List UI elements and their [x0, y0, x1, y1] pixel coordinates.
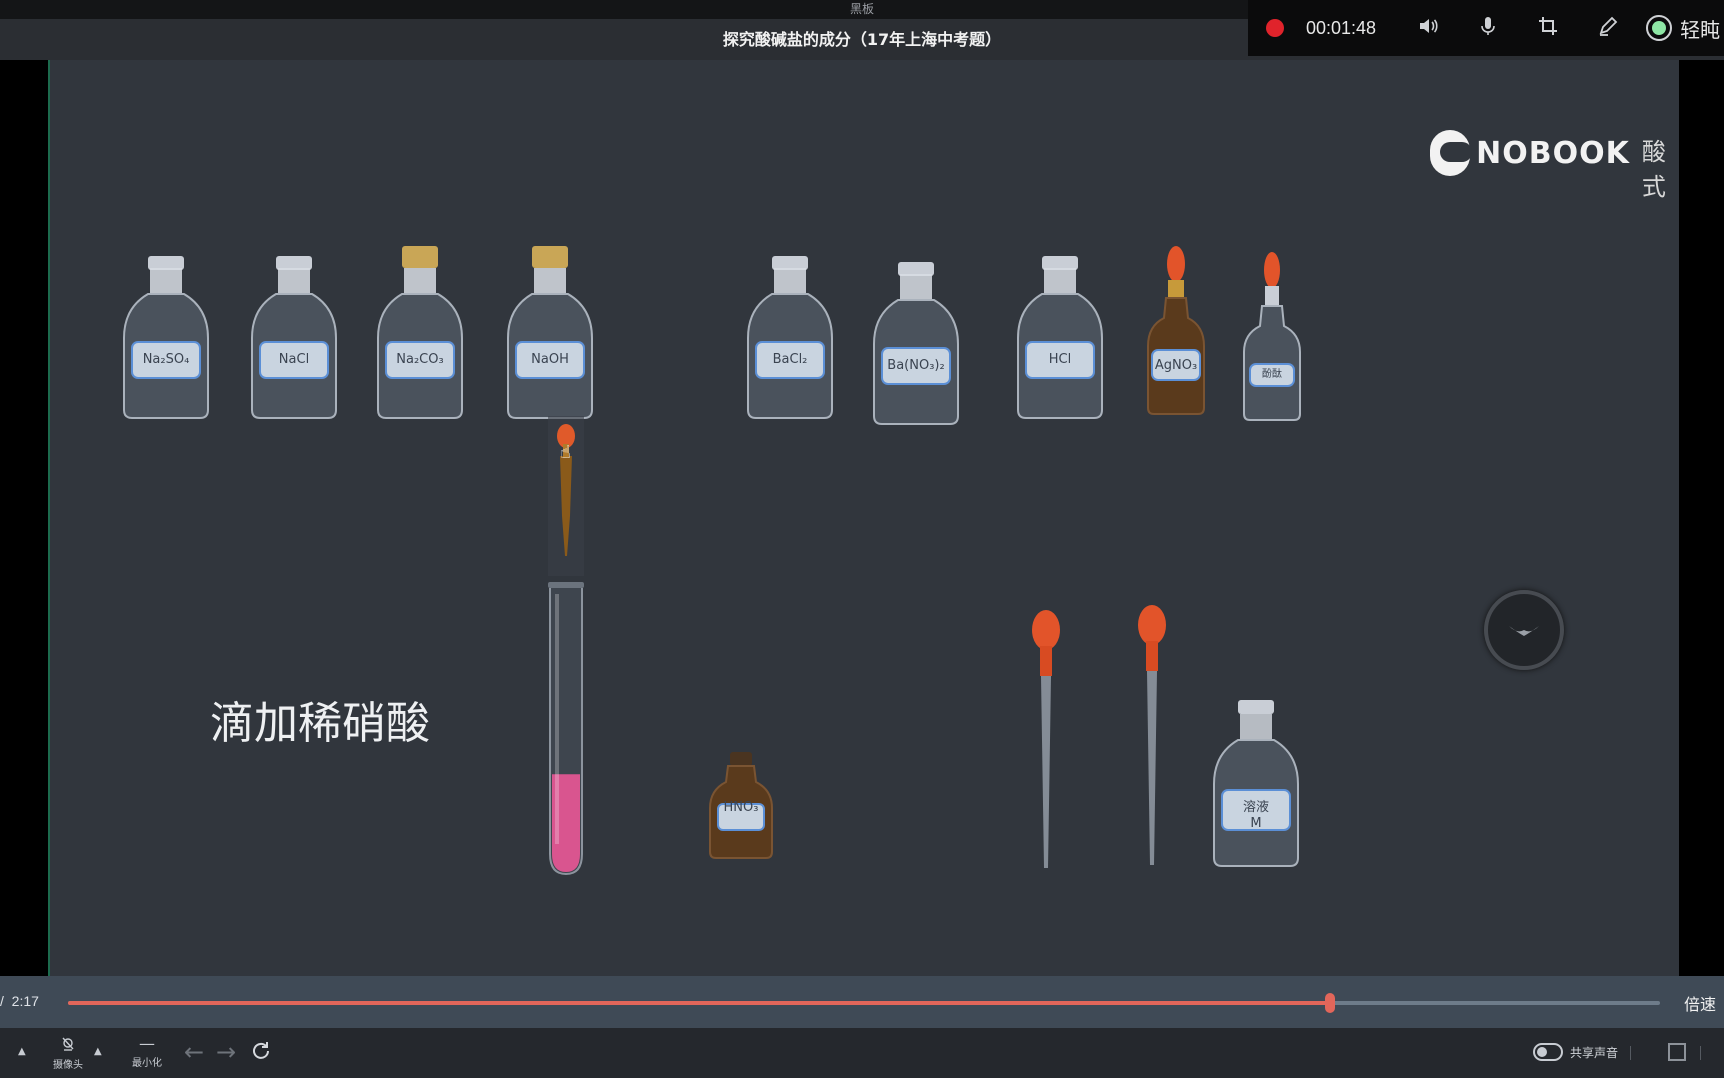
elapsed-time: /: [0, 993, 4, 1009]
reagent-bottle[interactable]: Ba(NO₃)₂: [870, 248, 962, 432]
nobook-logo: NOBOOK 酸式: [1430, 104, 1679, 202]
camera-label: 摄像头: [53, 1060, 83, 1071]
recording-indicator-icon[interactable]: [1266, 19, 1284, 37]
logo-text: NOBOOK: [1476, 135, 1630, 171]
reagent-bottle[interactable]: NaCl: [248, 242, 340, 426]
floating-menu-button[interactable]: [1484, 590, 1564, 670]
solution-m-bottle[interactable]: [1210, 700, 1302, 870]
bird-icon: [1509, 626, 1539, 636]
reagent-label: HCl: [1048, 352, 1072, 367]
recorder-extra-text: 轻盹: [1680, 17, 1721, 42]
forward-arrow-icon[interactable]: →: [216, 1038, 236, 1066]
speaker-icon[interactable]: [1416, 15, 1440, 42]
reagent-bottle[interactable]: Na₂SO₄: [120, 242, 212, 426]
duration-time: 2:17: [11, 993, 39, 1009]
bottle-graphic: [873, 262, 959, 425]
reagent-label: 酚酞: [1262, 369, 1282, 380]
progress-track[interactable]: [68, 993, 1660, 1013]
caret-up-icon[interactable]: ▲: [94, 1046, 102, 1057]
recording-time: 00:01:48: [1306, 17, 1377, 38]
reagent-bottle[interactable]: BaCl₂: [744, 242, 836, 426]
microphone-icon[interactable]: [1476, 15, 1500, 42]
reagent-label: BaCl₂: [772, 352, 808, 367]
caret-up-icon[interactable]: ▲: [18, 1046, 26, 1057]
simulation-stage: NOBOOK 酸式 Na₂SO₄ NaCl Na₂CO₃ NaOH BaCl₂ Ba(NO…: [48, 60, 1679, 976]
time-readout: / 2:17: [0, 993, 39, 1009]
hand-pointer-icon: ☝: [560, 442, 571, 463]
reagent-bottle[interactable]: NaOH: [504, 242, 596, 426]
bottle-graphic: [251, 256, 337, 419]
share-audio-toggle[interactable]: [1533, 1043, 1563, 1061]
back-arrow-icon[interactable]: ←: [184, 1038, 204, 1066]
reagent-label: AgNO₃: [1154, 358, 1198, 373]
screen: 黑板 探究酸碱盐的成分（17年上海中考题） 00:01:48 轻盹 NOBOOK…: [0, 0, 1724, 1078]
logo-subtext: 酸式: [1641, 138, 1666, 201]
dropper-1-icon[interactable]: [1026, 608, 1066, 888]
pen-icon[interactable]: [1596, 15, 1620, 42]
bottle-graphic: [1243, 252, 1301, 421]
share-audio-label: 共享声音: [1570, 1046, 1619, 1060]
toolbar-divider: [1700, 1046, 1701, 1060]
minimize-button[interactable]: — 最小化: [127, 1034, 167, 1069]
step-caption: 滴加稀硝酸: [210, 698, 430, 749]
reagent-label: NaCl: [278, 352, 310, 367]
speed-button[interactable]: 倍速: [1684, 991, 1716, 1015]
nobook-logo-icon: [1430, 130, 1473, 176]
refresh-icon[interactable]: [250, 1040, 272, 1068]
hno3-label: HNO₃: [723, 800, 759, 815]
recording-toolbar: 00:01:48 轻盹: [1248, 0, 1724, 56]
left-black-strip: [0, 60, 48, 976]
window-top-title: 黑板: [849, 2, 874, 16]
document-title: 探究酸碱盐的成分（17年上海中考题）: [722, 30, 1002, 49]
bottle-graphic: [1147, 246, 1205, 415]
reagent-label: NaOH: [531, 352, 569, 367]
toolbar-divider: [1630, 1046, 1631, 1060]
dropper-in-tube-icon[interactable]: [546, 416, 586, 576]
reagent-label: Na₂CO₃: [396, 352, 444, 367]
bottle-graphic: [377, 246, 463, 419]
reagent-bottle[interactable]: Na₂CO₃: [374, 242, 466, 426]
reagent-bottle[interactable]: 酚酞: [1240, 248, 1304, 432]
camera-button[interactable]: 摄像头: [48, 1036, 88, 1071]
progress-handle[interactable]: [1325, 993, 1336, 1013]
reagent-label: Na₂SO₄: [142, 352, 190, 367]
window-icon[interactable]: [1668, 1043, 1686, 1061]
reagent-bottle[interactable]: HCl: [1014, 242, 1106, 426]
test-tube[interactable]: [544, 582, 588, 882]
solution-m-label-line2: M: [1250, 816, 1262, 831]
dropper-2-icon[interactable]: [1132, 603, 1172, 883]
camera-off-icon: [48, 1036, 88, 1056]
bottom-toolbar: ▲ 摄像头 ▲ — 最小化 ← → 共享声音: [0, 1028, 1724, 1078]
minimize-label: 最小化: [132, 1058, 162, 1069]
bottle-graphic: [747, 256, 833, 419]
player-progress-area: / 2:17 倍速: [0, 976, 1724, 1028]
bottle-graphic: [123, 256, 209, 419]
reagent-bottle[interactable]: AgNO₃: [1144, 242, 1208, 426]
minimize-icon: —: [139, 1034, 155, 1053]
reagent-label: Ba(NO₃)₂: [887, 358, 945, 373]
solution-m-label: 溶液 M: [1210, 800, 1302, 832]
bottle-graphic: [507, 246, 593, 419]
progress-fill: [68, 1001, 1331, 1005]
bottle-graphic: [1017, 256, 1103, 419]
crop-icon[interactable]: [1536, 15, 1560, 42]
solution-m-label-line1: 溶液: [1242, 800, 1269, 815]
stop-recording-button[interactable]: [1646, 15, 1673, 41]
right-black-strip: [1679, 60, 1724, 976]
